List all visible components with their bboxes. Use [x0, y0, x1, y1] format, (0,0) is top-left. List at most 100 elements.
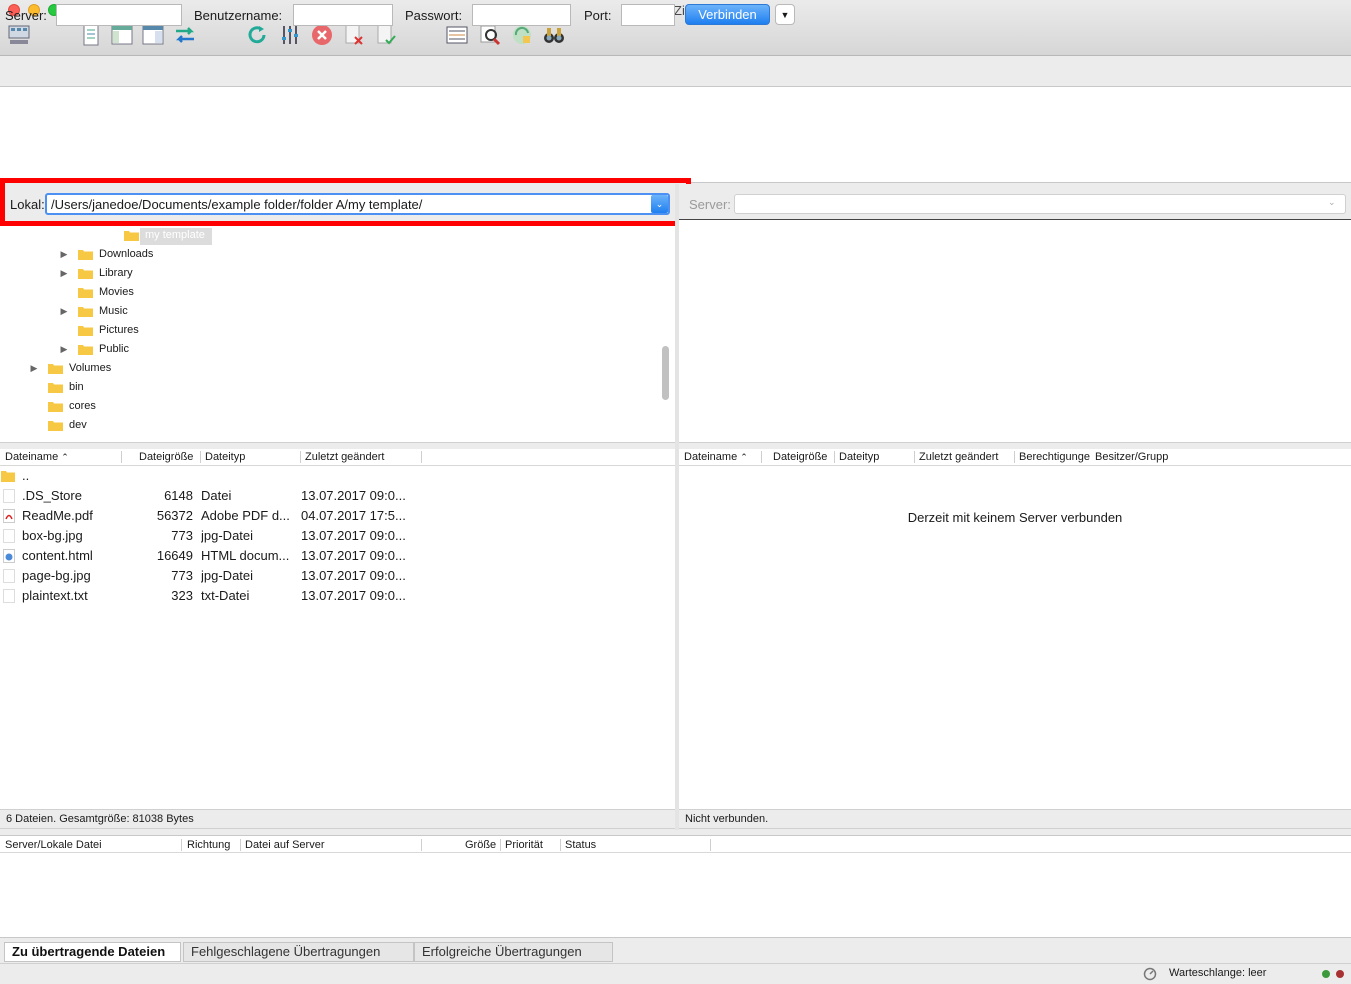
disclosure-triangle-icon[interactable]: ▶	[58, 264, 70, 283]
queue-column-file[interactable]: Server/Lokale Datei	[5, 837, 102, 853]
folder-icon	[78, 249, 93, 260]
column-header-owner[interactable]: Besitzer/Grupp	[1095, 449, 1168, 465]
tree-item-cores[interactable]: cores	[48, 397, 96, 416]
site-manager-icon[interactable]	[6, 22, 32, 48]
chevron-down-icon: ▼	[780, 10, 790, 20]
tree-item-public[interactable]: ▶ Public	[58, 340, 129, 359]
column-header-type[interactable]: Dateityp	[205, 449, 245, 465]
local-path-label: Lokal:	[10, 197, 45, 212]
local-list-header: Dateiname ⌃ Dateigröße Dateityp Zuletzt …	[0, 449, 675, 466]
tab-successful-transfers[interactable]: Erfolgreiche Übertragungen	[414, 942, 613, 962]
folder-icon	[78, 306, 93, 317]
folder-icon	[48, 401, 63, 412]
tab-failed-transfers[interactable]: Fehlgeschlagene Übertragungen	[183, 942, 414, 962]
tree-item-dev[interactable]: dev	[48, 416, 87, 435]
file-row[interactable]: box-bg.jpg 773 jpg-Datei 13.07.2017 09:0…	[0, 526, 675, 546]
queue-column-size[interactable]: Größe	[465, 837, 496, 853]
tree-item-movies[interactable]: Movies	[78, 283, 134, 302]
local-status: 6 Dateien. Gesamtgröße: 81038 Bytes	[0, 809, 675, 829]
password-label: Passwort:	[405, 8, 463, 23]
file-row[interactable]: content.html 16649 HTML docum... 13.07.2…	[0, 546, 675, 566]
queue-column-direction[interactable]: Richtung	[187, 837, 230, 853]
tree-item-label: Public	[99, 343, 129, 355]
speed-limit-icon[interactable]	[1143, 967, 1157, 981]
column-header-modified[interactable]: Zuletzt geändert	[305, 449, 385, 465]
chevron-down-icon: ⌄	[655, 199, 664, 209]
tree-item-label: Music	[99, 305, 128, 317]
tree-item-volumes[interactable]: ▶ Volumes	[28, 359, 111, 378]
folder-icon	[78, 268, 93, 279]
tree-item-label: Downloads	[99, 248, 154, 260]
compare-icon[interactable]	[444, 22, 470, 48]
sort-ascending-icon: ⌃	[740, 452, 748, 462]
local-path-dropdown[interactable]: ⌄	[651, 195, 668, 213]
html-icon	[3, 549, 15, 563]
tree-item-label: cores	[69, 400, 96, 412]
folder-icon	[48, 420, 63, 431]
folder-icon	[78, 287, 93, 298]
tree-item-pictures[interactable]: Pictures	[78, 321, 139, 340]
folder-icon	[48, 363, 63, 374]
column-header-permissions[interactable]: Berechtigunge	[1019, 449, 1090, 465]
remote-list-header: Dateiname ⌃ Dateigröße Dateityp Zuletzt …	[679, 449, 1351, 466]
local-path-input[interactable]: /Users/janedoe/Documents/example folder/…	[45, 193, 670, 215]
column-header-name[interactable]: Dateiname ⌃	[684, 449, 748, 465]
queue-status: Warteschlange: leer	[1169, 967, 1267, 979]
disclosure-triangle-icon[interactable]: ▶	[58, 340, 70, 359]
tree-item-library[interactable]: ▶ Library	[58, 264, 133, 283]
disclosure-triangle-icon[interactable]: ▶	[58, 245, 70, 264]
file-row[interactable]: ..	[0, 466, 675, 486]
folder-icon	[124, 230, 139, 241]
queue-column-status[interactable]: Status	[565, 837, 596, 853]
local-file-list[interactable]: .. .DS_Store 6148 Datei 13.07.2017 09:0.…	[0, 466, 675, 809]
file-row[interactable]: .DS_Store 6148 Datei 13.07.2017 09:0...	[0, 486, 675, 506]
file-icon	[3, 489, 15, 503]
password-input[interactable]	[472, 4, 571, 26]
server-input[interactable]	[56, 4, 182, 26]
tree-item-bin[interactable]: bin	[48, 378, 84, 397]
activity-led-icon	[1322, 970, 1330, 978]
tree-scrollbar-thumb[interactable]	[662, 346, 669, 400]
tree-item-label: Volumes	[69, 362, 112, 374]
tree-item-label: my template	[145, 229, 205, 241]
remote-path-label: Server:	[689, 197, 731, 212]
file-icon	[3, 529, 15, 543]
queue-header: Server/Lokale Datei Richtung Datei auf S…	[0, 835, 1351, 853]
refresh-icon[interactable]	[244, 22, 270, 48]
folder-icon	[1, 469, 15, 483]
column-header-modified[interactable]: Zuletzt geändert	[919, 449, 999, 465]
file-row[interactable]: ReadMe.pdf 56372 Adobe PDF d... 04.07.20…	[0, 506, 675, 526]
folder-icon	[48, 382, 63, 393]
port-label: Port:	[584, 8, 612, 23]
folder-icon	[78, 325, 93, 336]
connect-button[interactable]: Verbinden	[685, 4, 770, 25]
tree-item-label: Movies	[99, 286, 134, 298]
disclosure-triangle-icon[interactable]: ▶	[28, 359, 40, 378]
column-header-size[interactable]: Dateigröße	[773, 449, 827, 465]
username-label: Benutzername:	[194, 8, 283, 23]
remote-status: Nicht verbunden.	[679, 809, 1351, 829]
column-header-size[interactable]: Dateigröße	[139, 449, 193, 465]
message-log[interactable]	[0, 87, 1351, 183]
chevron-down-icon[interactable]: ⌄	[1328, 197, 1336, 208]
server-label: Server:	[5, 8, 47, 23]
tree-item-my-template[interactable]: my template	[124, 226, 205, 245]
file-row[interactable]: page-bg.jpg 773 jpg-Datei 13.07.2017 09:…	[0, 566, 675, 586]
column-header-type[interactable]: Dateityp	[839, 449, 879, 465]
disclosure-triangle-icon[interactable]: ▶	[58, 302, 70, 321]
queue-column-remote[interactable]: Datei auf Server	[245, 837, 324, 853]
activity-led-icon	[1336, 970, 1344, 978]
queue-list[interactable]	[0, 853, 1351, 938]
username-input[interactable]	[293, 4, 393, 26]
file-row[interactable]: plaintext.txt 323 txt-Datei 13.07.2017 0…	[0, 586, 675, 606]
file-icon	[3, 589, 15, 603]
tree-item-downloads[interactable]: ▶ Downloads	[58, 245, 153, 264]
tab-queued-files[interactable]: Zu übertragende Dateien	[4, 942, 181, 962]
quickconnect-history-dropdown[interactable]: ▼	[775, 4, 795, 25]
tree-item-music[interactable]: ▶ Music	[58, 302, 128, 321]
column-header-name[interactable]: Dateiname ⌃	[5, 449, 69, 465]
remote-directory-tree[interactable]	[679, 220, 1351, 443]
port-input[interactable]	[621, 4, 675, 26]
queue-column-priority[interactable]: Priorität	[505, 837, 543, 853]
remote-path-input[interactable]	[734, 194, 1346, 214]
